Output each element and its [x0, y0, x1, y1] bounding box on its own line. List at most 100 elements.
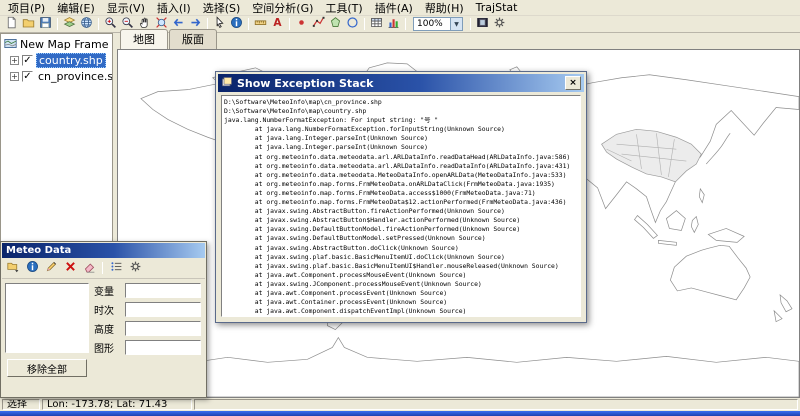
- tab-layout[interactable]: 版面: [169, 29, 217, 49]
- status-mode: 选择: [2, 399, 40, 410]
- stack-trace-line: at javax.swing.plaf.basic.BasicMenuItemU…: [224, 262, 578, 271]
- menu-bar: 项目(P)编辑(E)显示(V)插入(I)选择(S)空间分析(G)工具(T)插件(…: [0, 0, 800, 16]
- data-file-list[interactable]: [5, 283, 89, 353]
- toolbar-add-layer-button[interactable]: [61, 17, 78, 32]
- exception-dialog-titlebar[interactable]: Show Exception Stack ×: [218, 74, 584, 92]
- stack-trace-line: D:\Software\MeteoInfo\map\country.shp: [224, 107, 578, 116]
- stack-trace-line: at java.awt.Container.processEvent(Unkno…: [224, 298, 578, 307]
- toolbar-draw-point-button[interactable]: [293, 17, 310, 32]
- layer-label: country.shp: [36, 53, 106, 68]
- meteo-remove-data-button[interactable]: [61, 260, 79, 277]
- toolbar-separator: [98, 18, 99, 30]
- stack-trace-line: at javax.swing.AbstractButton.fireAction…: [224, 207, 578, 216]
- toolbar-draw-circle-button[interactable]: [344, 17, 361, 32]
- menu-item-trajstat[interactable]: TrajStat: [470, 0, 524, 15]
- toolbar-separator: [248, 18, 249, 30]
- gear-icon: [493, 16, 506, 32]
- meteo-clear-graphics-button[interactable]: [80, 260, 98, 277]
- toolbar-separator: [364, 18, 365, 30]
- status-spacer: [194, 399, 798, 410]
- toolbar-identify-button[interactable]: [228, 17, 245, 32]
- stack-trace-line: at java.lang.Integer.parseInt(Unknown So…: [224, 143, 578, 152]
- layer-cn-province: [602, 129, 702, 182]
- view-tabs: 地图 版面: [117, 32, 800, 49]
- meteo-draw-setting-button[interactable]: [42, 260, 60, 277]
- toolbar-animation-button[interactable]: [474, 17, 491, 32]
- meteo-field-time: 时次: [94, 302, 201, 317]
- toolbar-measure-button[interactable]: [252, 17, 269, 32]
- toolbar-zoom-in-button[interactable]: [102, 17, 119, 32]
- meteo-field-variable: 变量: [94, 283, 201, 298]
- meteo-open-data-button[interactable]: [4, 260, 22, 277]
- zoom-level-select[interactable]: 100%▼: [413, 17, 463, 31]
- menu-item-project[interactable]: 项目(P): [2, 0, 51, 17]
- stack-trace-line: at java.awt.Component.processMouseEvent(…: [224, 271, 578, 280]
- menu-item-edit[interactable]: 编辑(E): [51, 0, 101, 17]
- meteo-settings-button[interactable]: [126, 260, 144, 277]
- meteo-toolbar: [2, 258, 205, 279]
- dialog-title: Show Exception Stack: [237, 77, 373, 90]
- menu-item-help[interactable]: 帮助(H): [419, 0, 470, 17]
- toolbar-options-button[interactable]: [491, 17, 508, 32]
- toolbar-separator: [289, 18, 290, 30]
- letterA-icon: A: [271, 16, 284, 32]
- expander-icon[interactable]: +: [10, 72, 19, 81]
- toolbar-new-project-button[interactable]: [3, 17, 20, 32]
- svg-text:A: A: [273, 17, 282, 29]
- stack-trace-line: at javax.swing.DefaultButtonModel.fireAc…: [224, 225, 578, 234]
- stack-trace-line: at org.meteoinfo.map.forms.FrmMeteoData$…: [224, 198, 578, 207]
- meteo-field-graphics-input[interactable]: [125, 340, 201, 355]
- toolbar-label-button[interactable]: A: [269, 17, 286, 32]
- meteo-field-label: 图形: [94, 340, 121, 355]
- menu-item-view[interactable]: 显示(V): [101, 0, 151, 17]
- meteo-field-variable-input[interactable]: [125, 283, 201, 298]
- toolbar-draw-polyline-button[interactable]: [310, 17, 327, 32]
- layer-checkbox[interactable]: ✓: [22, 55, 33, 66]
- zoomin-icon: [104, 16, 117, 32]
- toolbar-draw-polygon-button[interactable]: [327, 17, 344, 32]
- layer-checkbox[interactable]: ✓: [22, 71, 33, 82]
- meteo-field-label: 时次: [94, 302, 121, 317]
- menu-item-selection[interactable]: 选择(S): [197, 0, 247, 17]
- toolbar-separator: [57, 18, 58, 30]
- ruler-icon: [254, 16, 267, 32]
- toolbar-open-project-button[interactable]: [20, 17, 37, 32]
- meteo-field-time-input[interactable]: [125, 302, 201, 317]
- toolbar-attribute-table-button[interactable]: [368, 17, 385, 32]
- stack-trace-line: at javax.swing.DefaultButtonModel.setPre…: [224, 234, 578, 243]
- status-coordinates: Lon: -173.78; Lat: 71.43: [42, 399, 192, 410]
- expander-icon[interactable]: +: [10, 56, 19, 65]
- info-icon: [26, 260, 39, 276]
- list-icon: [110, 260, 123, 276]
- meteo-data-list-button[interactable]: [107, 260, 125, 277]
- toolbar-save-project-button[interactable]: [37, 17, 54, 32]
- exception-stack-text[interactable]: D:\Software\MeteoInfo\map\cn_province.sh…: [221, 95, 581, 317]
- stack-trace-line: at java.lang.NumberFormatException.forIn…: [224, 125, 578, 134]
- table-icon: [370, 16, 383, 32]
- toolbar-open-meteo-data-button[interactable]: [78, 17, 95, 32]
- layer-node[interactable]: +✓cn_province.shp: [2, 68, 111, 84]
- globe-icon: [80, 16, 93, 32]
- gear-icon: [129, 260, 142, 276]
- stack-trace-line: at javax.swing.plaf.basic.BasicMenuItemU…: [224, 253, 578, 262]
- info-icon: [230, 16, 243, 32]
- folderdown-icon: [7, 260, 20, 276]
- meteo-field-level-input[interactable]: [125, 321, 201, 336]
- map-frame-node[interactable]: New Map Frame: [2, 36, 111, 52]
- meteo-data-info-button[interactable]: [23, 260, 41, 277]
- dialog-close-button[interactable]: ×: [565, 76, 581, 90]
- remove-all-button[interactable]: 移除全部: [7, 359, 87, 377]
- menu-item-insert[interactable]: 插入(I): [151, 0, 197, 17]
- menu-item-plugins[interactable]: 插件(A): [369, 0, 419, 17]
- continent-australia: [670, 245, 750, 300]
- layer-node[interactable]: +✓country.shp: [2, 52, 111, 68]
- menu-item-spatial-analysis[interactable]: 空间分析(G): [246, 0, 319, 17]
- tab-map[interactable]: 地图: [120, 29, 168, 49]
- stack-trace-line: at java.lang.Integer.parseInt(Unknown So…: [224, 134, 578, 143]
- map-frame-icon: [4, 37, 17, 51]
- meteo-fields: 变量时次高度图形: [94, 283, 201, 359]
- meteo-data-titlebar[interactable]: Meteo Data: [2, 243, 205, 258]
- menu-item-tools[interactable]: 工具(T): [319, 0, 368, 17]
- toolbar-create-chart-button[interactable]: [385, 17, 402, 32]
- stack-trace-line: at org.meteoinfo.data.meteodata.arl.ARLD…: [224, 162, 578, 171]
